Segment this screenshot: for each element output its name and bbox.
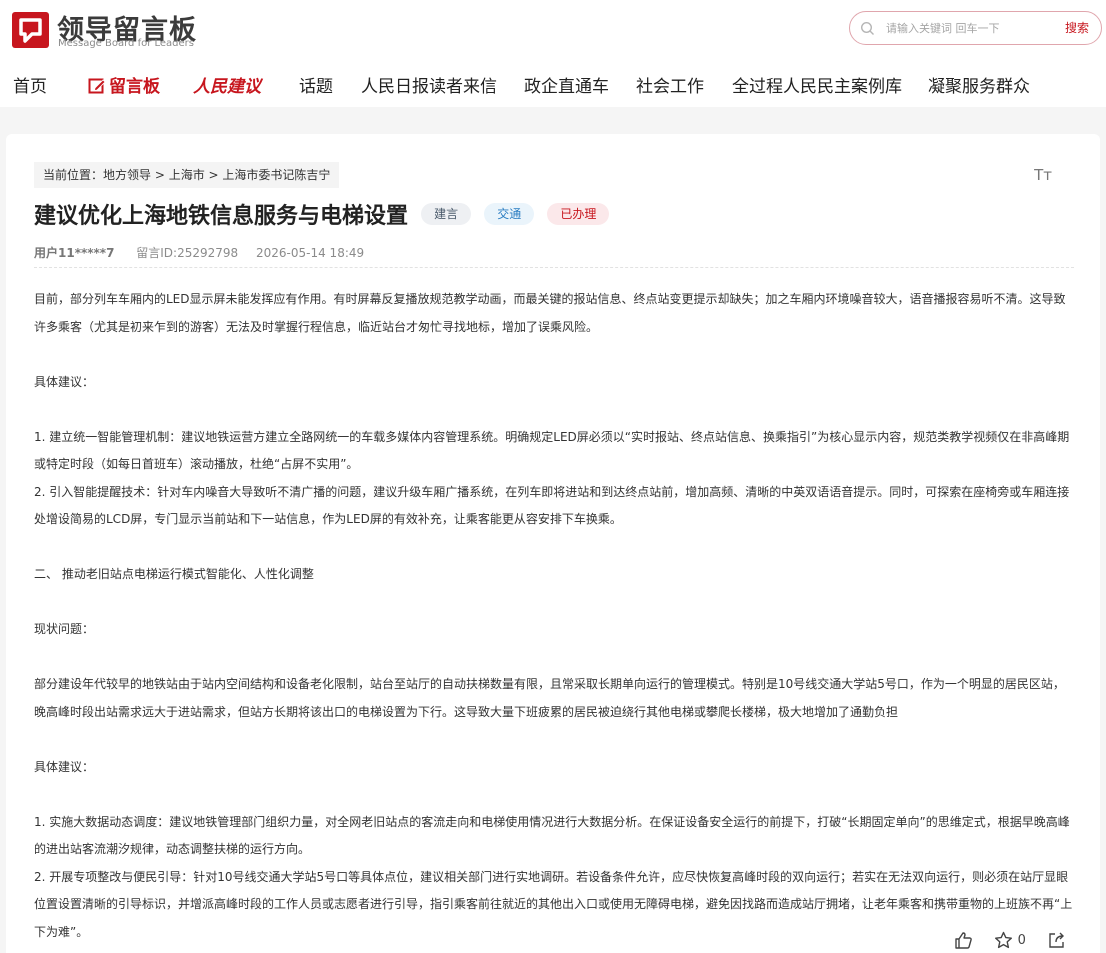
- message-card: 当前位置：地方领导 > 上海市 > 上海市委书记陈吉宁 Tт 建议优化上海地铁信…: [6, 134, 1100, 953]
- paragraph: 具体建议：: [34, 759, 95, 774]
- paragraph: 二、 推动老旧站点电梯运行模式智能化、人性化调整: [34, 567, 314, 581]
- nav-board[interactable]: 留言板: [88, 72, 160, 97]
- nav-enterprise[interactable]: 政企直通车: [524, 72, 609, 97]
- breadcrumb-separator: >: [204, 168, 223, 182]
- nav-reader-letters[interactable]: 人民日报读者来信: [361, 72, 497, 97]
- star-icon: [995, 931, 1013, 949]
- author-name: 用户11*****7: [34, 246, 115, 260]
- divider: [34, 267, 1074, 268]
- breadcrumb-separator: >: [151, 168, 169, 182]
- message-body: 目前，部分列车车厢内的LED显示屏未能发挥应有作用。有时屏幕反复播放规范教学动画…: [34, 286, 1076, 946]
- message-id: 留言ID:25292798: [136, 246, 239, 260]
- site-logo[interactable]: 领导留言板 Message Board for Leaders: [12, 11, 196, 49]
- breadcrumb-item-city[interactable]: 上海市: [169, 168, 205, 182]
- paragraph: 2. 引入智能提醒技术：针对车内噪音大导致听不清广播的问题，建议升级车厢广播系统…: [34, 484, 1070, 527]
- tag-traffic[interactable]: 交通: [484, 203, 535, 225]
- nav-home[interactable]: 首页: [13, 72, 47, 97]
- share-icon: [1049, 932, 1064, 948]
- paragraph: 1. 实施大数据动态调度：建议地铁管理部门组织力量，对全网老旧站点的客流走向和电…: [34, 814, 1070, 857]
- nav-service[interactable]: 凝聚服务群众: [928, 72, 1030, 97]
- favorite-count: 0: [1017, 933, 1026, 948]
- site-header: 领导留言板 Message Board for Leaders 搜索: [0, 0, 1106, 58]
- paragraph: 部分建设年代较早的地铁站由于站内空间结构和设备老化限制，站台至站厅的自动扶梯数量…: [34, 677, 1065, 719]
- thumbs-up-icon: [955, 932, 973, 949]
- paragraph: 具体建议：: [34, 374, 95, 389]
- action-bar: 0: [938, 930, 1066, 952]
- title-row: 建议优化上海地铁信息服务与电梯设置 建言 交通 已办理: [34, 198, 610, 230]
- search-box: 搜索: [849, 11, 1102, 45]
- tag-suggestion[interactable]: 建言: [421, 203, 472, 225]
- logo-mark-icon: [12, 12, 49, 48]
- breadcrumb-item-leaders[interactable]: 地方领导: [103, 168, 151, 182]
- nav-board-label: 留言板: [109, 77, 160, 97]
- paragraph: 目前，部分列车车厢内的LED显示屏未能发挥应有作用。有时屏幕反复播放规范教学动画…: [34, 292, 1066, 334]
- breadcrumb-label: 当前位置：: [43, 168, 104, 182]
- page-title: 建议优化上海地铁信息服务与电梯设置: [34, 204, 409, 229]
- paragraph: 1. 建立统一智能管理机制：建议地铁运营方建立全路网统一的车载多媒体内容管理系统…: [34, 429, 1070, 472]
- main-nav: 首页 留言板 人民建议 话题 人民日报读者来信 政企直通车 社会工作 全过程人民…: [0, 62, 1106, 106]
- post-time: 2026-05-14 18:49: [256, 246, 365, 260]
- nav-topics[interactable]: 话题: [299, 72, 333, 97]
- logo-subtitle: Message Board for Leaders: [58, 38, 195, 49]
- nav-social-work[interactable]: 社会工作: [636, 72, 704, 97]
- breadcrumb-item-secretary[interactable]: 上海市委书记陈吉宁: [222, 168, 330, 182]
- paragraph: 2. 开展专项整改与便民引导：针对10号线交通大学站5号口等具体点位，建议相关部…: [34, 869, 1073, 939]
- favorite-button[interactable]: 0: [994, 931, 1026, 950]
- nav-suggest[interactable]: 人民建议: [193, 72, 261, 97]
- search-button[interactable]: 搜索: [1065, 19, 1089, 36]
- share-button[interactable]: [1047, 931, 1066, 950]
- font-size-icon[interactable]: Tт: [1034, 166, 1052, 184]
- nav-case-library[interactable]: 全过程人民民主案例库: [732, 72, 902, 97]
- like-button[interactable]: [954, 931, 973, 950]
- breadcrumb: 当前位置：地方领导 > 上海市 > 上海市委书记陈吉宁: [34, 162, 340, 188]
- search-icon: [860, 21, 874, 35]
- post-meta: 用户11*****7 留言ID:25292798 2026-05-14 18:4…: [34, 244, 364, 261]
- status-badge: 已办理: [547, 203, 610, 225]
- search-input[interactable]: [886, 18, 1056, 38]
- paragraph: 现状问题：: [34, 622, 95, 636]
- edit-icon: [88, 78, 106, 94]
